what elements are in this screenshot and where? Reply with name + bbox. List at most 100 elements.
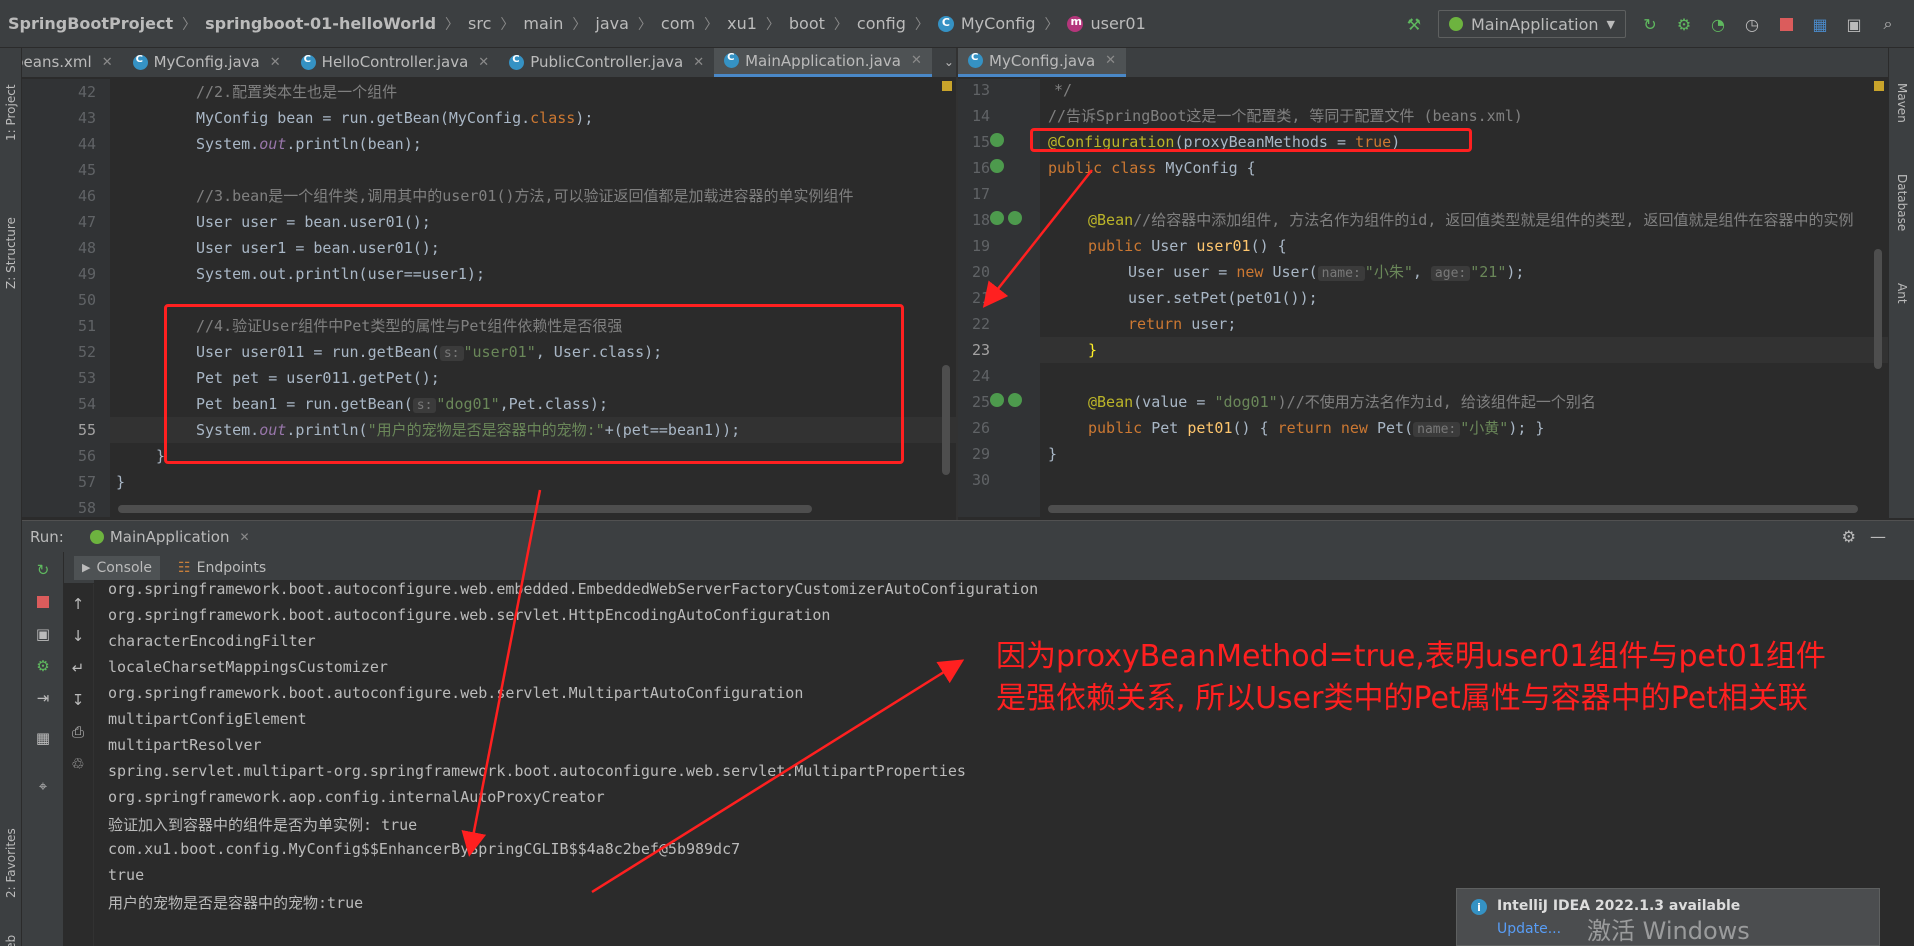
string-literal: "小黄"	[1460, 419, 1509, 437]
tab-project[interactable]: 1: Project	[0, 58, 22, 168]
code-line: public Pet pet01() { return new Pet(name…	[1088, 415, 1544, 441]
annotation-box-configuration	[1030, 128, 1472, 152]
tab-label: beans.xml	[22, 53, 92, 71]
close-icon[interactable]: ✕	[1105, 53, 1116, 68]
print-icon[interactable]: ⎙	[68, 722, 88, 742]
tab-publiccontroller[interactable]: PublicController.java ✕	[499, 48, 714, 77]
tab-structure[interactable]: Z: Structure	[0, 198, 22, 308]
coverage-icon[interactable]: ◔	[1708, 14, 1728, 34]
tab-myconfig-right[interactable]: MyConfig.java ✕	[958, 48, 1127, 77]
bean-gutter-icon[interactable]	[1008, 393, 1022, 407]
rerun-icon[interactable]: ↻	[33, 560, 53, 580]
code-line: MyConfig bean = run.getBean(MyConfig.cla…	[196, 109, 594, 127]
profile-icon[interactable]: ◷	[1742, 14, 1762, 34]
tab-maven[interactable]: Maven	[1891, 68, 1913, 138]
parameter-hint: name:	[1413, 422, 1461, 437]
layout-icon[interactable]: ▦	[33, 728, 53, 748]
tab-favorites[interactable]: 2: Favorites	[0, 808, 22, 918]
tab-web[interactable]: Web	[0, 928, 22, 946]
hammer-icon[interactable]: ⚒	[1404, 14, 1424, 34]
scroll-to-end-icon[interactable]: ↧	[68, 690, 88, 710]
string-literal: "21"	[1470, 263, 1507, 281]
run-configuration-select[interactable]: MainApplication ▼	[1437, 10, 1626, 38]
code-comment: //3.bean是一个组件类,调用其中的user01()方法,可以验证返回值都是…	[196, 187, 854, 205]
breadcrumb-config[interactable]: config	[857, 14, 906, 33]
breadcrumb-method[interactable]: user01	[1067, 14, 1146, 33]
console-line: org.springframework.boot.autoconfigure.w…	[108, 606, 831, 624]
horizontal-scrollbar[interactable]	[1048, 505, 1858, 513]
vertical-scrollbar[interactable]	[942, 365, 950, 475]
breadcrumb-module[interactable]: springboot-01-helloWorld	[205, 14, 436, 33]
keyword: public	[1088, 237, 1143, 255]
code-text: User	[1142, 237, 1197, 255]
line-number: 54	[77, 395, 96, 413]
rerun-icon[interactable]: ↻	[1640, 14, 1660, 34]
tab-myconfig[interactable]: MyConfig.java ✕	[123, 48, 291, 77]
console-line: multipartResolver	[108, 736, 262, 754]
bean-gutter-icon[interactable]	[990, 393, 1004, 407]
windows-watermark: 激活 Windows	[1587, 917, 1750, 945]
vertical-scrollbar[interactable]	[1874, 249, 1882, 369]
horizontal-scrollbar[interactable]	[118, 505, 812, 513]
breadcrumb-src[interactable]: src	[468, 14, 491, 33]
tab-database[interactable]: Database	[1891, 158, 1913, 248]
line-number: 30	[971, 471, 990, 489]
soft-wrap-icon[interactable]: ↵	[68, 658, 88, 678]
breadcrumb-boot[interactable]: boot	[789, 14, 825, 33]
update-link[interactable]: Update...	[1497, 921, 1561, 937]
update-notification[interactable]: i IntelliJ IDEA 2022.1.3 available Updat…	[1456, 888, 1880, 946]
breadcrumb-xu1[interactable]: xu1	[727, 14, 757, 33]
line-number: 49	[77, 265, 96, 283]
tab-ant[interactable]: Ant	[1891, 268, 1913, 318]
bean-gutter-icon[interactable]	[990, 133, 1004, 147]
bean-gutter-icon[interactable]	[1008, 211, 1022, 225]
keyword: public	[1088, 419, 1143, 437]
tab-list-dropdown[interactable]: ⌄	[932, 48, 956, 77]
close-icon[interactable]: ✕	[693, 55, 704, 70]
code-line: User user = bean.user01();	[196, 213, 431, 231]
debug-icon[interactable]: ⚙	[33, 656, 53, 676]
debug-icon[interactable]: ⚙	[1674, 14, 1694, 34]
project-structure-icon[interactable]: ▦	[1810, 14, 1830, 34]
right-tool-stripe: Maven Database Ant	[1888, 48, 1914, 518]
camera-icon[interactable]: ▣	[33, 624, 53, 644]
breadcrumb-separator: 〉	[637, 16, 652, 33]
code-line: @Bean(value = "dog01")//不使用方法名作为id, 给该组件…	[1088, 389, 1596, 415]
up-arrow-icon[interactable]: ↑	[68, 594, 88, 614]
gear-icon[interactable]: ⚙	[1842, 527, 1856, 546]
minimize-icon[interactable]: —	[1870, 527, 1886, 546]
pin-icon[interactable]: ⌖	[33, 776, 53, 796]
stop-icon[interactable]	[33, 592, 53, 612]
stop-icon[interactable]	[1776, 14, 1796, 34]
close-icon[interactable]: ✕	[911, 53, 922, 68]
run-tab[interactable]: MainApplication ✕	[89, 528, 250, 546]
bean-gutter-icon[interactable]	[990, 159, 1004, 173]
tab-hellocontroller[interactable]: HelloController.java ✕	[291, 48, 500, 77]
line-number: 42	[77, 83, 96, 101]
search-icon[interactable]: ⌕	[1878, 14, 1898, 34]
trash-icon[interactable]: ♲	[68, 754, 88, 774]
breadcrumb-com[interactable]: com	[661, 14, 695, 33]
close-icon[interactable]: ✕	[270, 55, 281, 70]
tab-beans-xml[interactable]: beans.xml ✕	[22, 48, 123, 77]
tab-endpoints[interactable]: ☷ Endpoints	[178, 560, 266, 576]
line-number: 44	[77, 135, 96, 153]
tab-console[interactable]: ▶ Console	[74, 555, 161, 580]
breadcrumb-java[interactable]: java	[595, 14, 629, 33]
down-arrow-icon[interactable]: ↓	[68, 626, 88, 646]
annotation-line: 因为proxyBeanMethod=true,表明user01组件与pet01组…	[996, 639, 1826, 674]
breadcrumb-project[interactable]: SpringBootProject	[8, 14, 173, 33]
close-icon[interactable]: ✕	[102, 55, 113, 70]
console-line: true	[108, 866, 145, 884]
breadcrumb-class[interactable]: MyConfig	[937, 14, 1036, 33]
breadcrumb-separator: 〉	[572, 16, 587, 33]
close-icon[interactable]: ✕	[478, 55, 489, 70]
breadcrumb-class-label: MyConfig	[960, 14, 1036, 33]
exit-icon[interactable]: ⇥	[33, 688, 53, 708]
spring-boot-icon	[1448, 17, 1463, 31]
tab-mainapplication[interactable]: MainApplication.java ✕	[714, 48, 932, 77]
layout-icon[interactable]: ▣	[1844, 14, 1864, 34]
close-icon[interactable]: ✕	[239, 530, 249, 544]
breadcrumb-main[interactable]: main	[523, 14, 563, 33]
bean-gutter-icon[interactable]	[990, 211, 1004, 225]
